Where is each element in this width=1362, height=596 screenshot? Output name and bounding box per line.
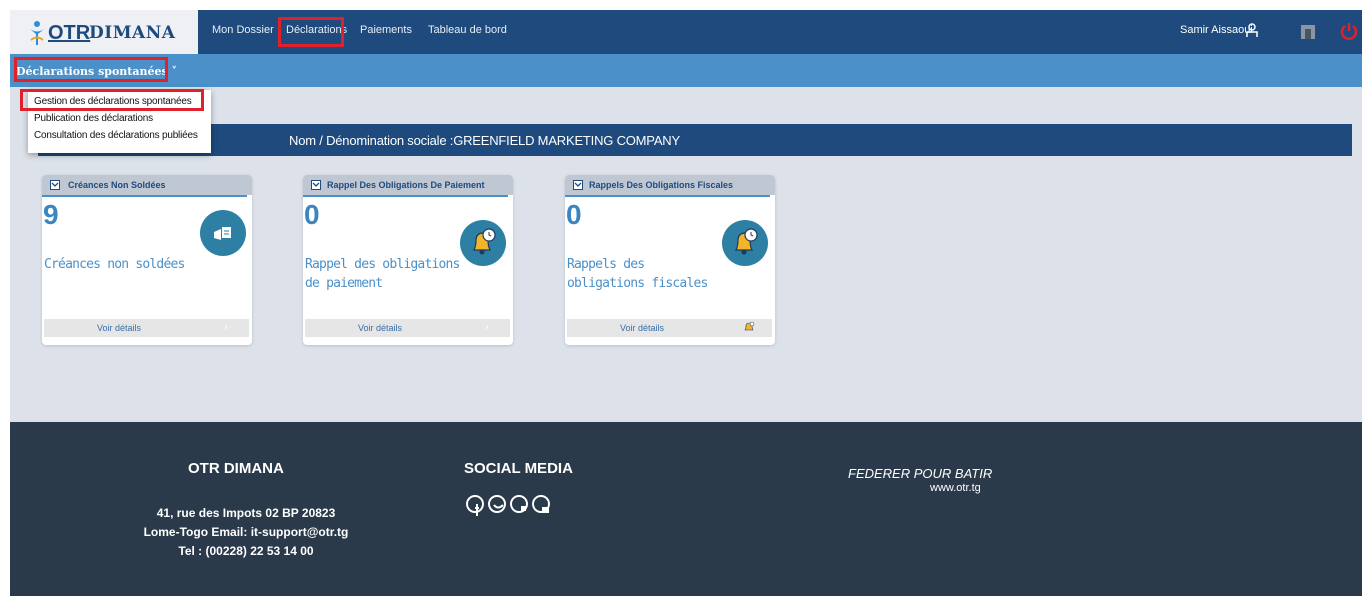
chevron-right-icon: › <box>485 322 489 333</box>
dropdown-highlight-box <box>20 89 204 111</box>
youtube-icon[interactable] <box>532 495 550 513</box>
card-header-underline <box>565 195 770 197</box>
card-footer[interactable]: Voir détails <box>567 319 772 337</box>
card-title: Rappel Des Obligations De Paiement <box>327 180 485 190</box>
card-count: 0 <box>304 199 320 230</box>
footer-otr-title: OTR DIMANA <box>188 460 284 477</box>
nav-mon-dossier[interactable]: Mon Dossier <box>212 24 274 36</box>
logo-app-name: DIMANA <box>89 23 176 43</box>
company-banner: Nom / Dénomination sociale :GREENFIELD M… <box>38 124 1352 156</box>
power-icon[interactable] <box>1340 22 1358 40</box>
card-header: Rappels Des Obligations Fiscales <box>565 175 775 195</box>
card-count: 9 <box>43 199 59 230</box>
card-title: Créances Non Soldées <box>68 180 166 190</box>
chevron-down-icon[interactable] <box>311 180 321 190</box>
card-rappel-paiement: Rappel Des Obligations De Paiement 0 Rap… <box>303 175 513 345</box>
logo-otr-text: OTR <box>48 22 91 44</box>
card-title: Rappels Des Obligations Fiscales <box>589 180 734 190</box>
sub-navbar: Déclarations spontanées ˅ <box>10 54 1362 87</box>
user-profile-icon[interactable] <box>1245 22 1259 38</box>
hand-document-icon <box>200 210 246 256</box>
facebook-icon[interactable] <box>466 495 484 516</box>
card-header-underline <box>42 195 247 197</box>
card-description: Rappel des obligations de paiement <box>305 257 460 291</box>
footer-address: 41, rue des Impots 02 BP 20823 Lome-Togo… <box>143 506 349 558</box>
card-rappels-fiscales: Rappels Des Obligations Fiscales 0 Rappe… <box>565 175 775 345</box>
card-count: 0 <box>566 199 582 230</box>
menu-item-consultation[interactable]: Consultation des déclarations publiées <box>34 130 198 141</box>
card-description: Rappels des obligations fiscales <box>567 257 708 291</box>
company-name: Nom / Dénomination sociale :GREENFIELD M… <box>289 133 680 148</box>
nav-highlight-box <box>278 17 344 47</box>
home-icon[interactable] <box>1300 22 1316 40</box>
chevron-down-icon[interactable] <box>573 180 583 190</box>
voir-details-link[interactable]: Voir détails <box>44 323 194 333</box>
voir-details-link[interactable]: Voir détails <box>567 323 717 333</box>
linkedin-icon[interactable] <box>510 495 528 513</box>
page-footer: OTR DIMANA 41, rue des Impots 02 BP 2082… <box>10 422 1362 596</box>
footer-website-link[interactable]: www.otr.tg <box>930 482 981 494</box>
subnav-highlight-box <box>14 57 168 82</box>
bell-clock-small-icon <box>744 321 755 331</box>
app-window: OTR DIMANA Mon Dossier Déclarations Paie… <box>10 10 1362 596</box>
card-description: Créances non soldées <box>44 257 185 272</box>
menu-item-publication[interactable]: Publication des déclarations <box>34 113 153 124</box>
chevron-right-icon: › <box>224 322 228 333</box>
bell-clock-icon <box>722 220 768 266</box>
footer-social-title: SOCIAL MEDIA <box>464 460 573 477</box>
footer-motto: FEDERER POUR BATIR <box>848 466 993 481</box>
voir-details-link[interactable]: Voir détails <box>305 323 455 333</box>
twitter-icon[interactable] <box>488 495 506 513</box>
top-navbar: OTR DIMANA Mon Dossier Déclarations Paie… <box>10 10 1362 54</box>
card-creances: Créances Non Soldées 9 Créances non sold… <box>42 175 252 345</box>
card-header: Créances Non Soldées <box>42 175 252 195</box>
card-footer[interactable]: Voir détails › <box>44 319 249 337</box>
card-footer[interactable]: Voir détails › <box>305 319 510 337</box>
card-header-underline <box>303 195 508 197</box>
user-name[interactable]: Samir Aissaoui <box>1180 24 1253 36</box>
social-icons <box>466 494 586 525</box>
otr-figure-icon <box>30 21 44 45</box>
logo[interactable]: OTR DIMANA <box>10 10 198 54</box>
card-header: Rappel Des Obligations De Paiement <box>303 175 513 195</box>
chevron-down-icon[interactable] <box>50 180 60 190</box>
nav-tableau-de-bord[interactable]: Tableau de bord <box>428 24 507 36</box>
bell-clock-icon <box>460 220 506 266</box>
nav-paiements[interactable]: Paiements <box>360 24 412 36</box>
